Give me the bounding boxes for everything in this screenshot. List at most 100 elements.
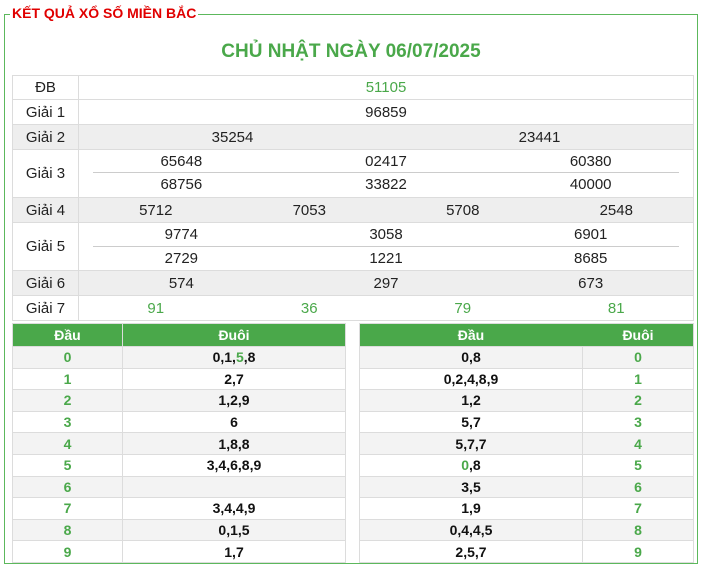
prize-number: 23441 [518,128,561,146]
table-row: 8 0,1,5 [13,518,345,541]
prize-number: 3058 [369,226,403,243]
head-digit: 4 [634,435,642,452]
digit-list: 0,8 [461,349,481,366]
prize-number: 65648 [160,152,203,170]
digits-cell: 2,7 [123,369,345,390]
prize-number: 7053 [292,201,326,219]
prize-row-g2: Giải 2 35254 23441 [12,125,694,150]
prize-row-g5: Giải 5 9774 3058 6901 2729 1221 8685 [12,223,694,271]
digits-cell: 6 [123,412,345,433]
table-row: 0,8 5 [360,453,693,476]
head-digit: 0 [634,349,642,366]
prize-row-db: ĐB 51105 [12,75,694,100]
prize-row-g4: Giải 4 5712 7053 5708 2548 [12,198,694,223]
table-row: 1 2,7 [13,367,345,390]
highlighted-digit: 0 [461,457,470,474]
digit-list: 0,4,4,5 [449,522,493,539]
head-digit: 7 [634,500,642,517]
table-row: 1,2 2 [360,389,693,411]
prize-row-g1: Giải 1 96859 [12,100,694,125]
head-digit: 1 [13,368,123,390]
head-digit: 1 [634,370,642,387]
digits-cell [123,477,345,498]
prize-label: Giải 5 [13,223,79,270]
special-prize-number: 51105 [365,79,407,96]
prize-number: 673 [578,274,604,292]
digit-list: 1,7 [224,543,244,560]
digits-cell: 0,1,5 [123,520,345,541]
head-digit: 3 [13,411,123,433]
head-digit: 2 [634,392,642,409]
prize-number: 02417 [365,152,407,170]
digit-list: ,8 [243,349,256,366]
prize-number: 91 [147,299,165,317]
head-digit: 2 [13,390,123,411]
table-row: 5,7,7 4 [360,432,693,454]
head-digit: 5 [634,457,642,474]
digits-cell: 3,4,4,9 [123,498,345,519]
digit-list: 5,7 [461,414,481,431]
digits-cell: 0,8 [360,347,583,368]
head-digit: 6 [13,476,123,498]
table-row: 0,2,4,8,9 1 [360,367,693,390]
column-header-dau: Đầu [13,324,123,346]
digits-cell: 1,7 [123,541,345,562]
table-row: 7 3,4,4,9 [13,497,345,519]
table-row: 0,8 0 [360,346,693,368]
draw-date-title: CHỦ NHẬT NGÀY 06/07/2025 [221,41,481,62]
section-title: KẾT QUẢ XỔ SỐ MIỀN BẮC [10,5,199,21]
prize-number: 35254 [211,128,254,146]
column-header-duoi: Đuôi [622,327,654,343]
prize-number: 60380 [569,152,612,170]
table-row: 5,7 3 [360,410,693,433]
prize-row-g6: Giải 6 574 297 673 [12,271,694,296]
digit-list: 1,8,8 [218,435,250,452]
head-digit: 6 [634,478,642,495]
table-row: 1,9 7 [360,497,693,519]
digit-list: 1,9 [461,500,481,517]
prize-label: Giải 3 [13,150,79,197]
prize-label: Giải 4 [13,198,79,222]
digit-list: 3,5 [461,478,481,495]
dau-table-header: Đầu Đuôi [13,324,345,346]
digits-cell: 1,9 [360,498,583,519]
digit-list: 3,4,4,9 [212,500,256,517]
head-digit: 5 [13,454,123,476]
prize-number: 574 [168,274,194,292]
digits-cell: 5,7 [360,411,583,433]
prize-number: 81 [607,299,625,317]
column-header-duoi: Đuôi [218,327,250,343]
head-digit: 9 [634,543,642,560]
table-row: 5 3,4,6,8,9 [13,453,345,476]
digit-list: 3,4,6,8,9 [206,457,262,474]
head-digit: 3 [634,414,642,431]
prize-number: 1221 [369,249,403,267]
table-row: 6 [13,475,345,498]
table-row: 4 1,8,8 [13,432,345,454]
duoi-table-header: Đầu Đuôi [360,324,693,346]
prize-number: 2548 [599,201,633,219]
table-row: 2 1,2,9 [13,389,345,411]
digits-cell: 1,2,9 [123,390,345,411]
head-digit: 8 [634,522,642,539]
prize-number: 5708 [446,201,480,219]
prize-row-g3: Giải 3 65648 02417 60380 68756 33822 400… [12,150,694,198]
table-row: 2,5,7 9 [360,540,693,562]
prize-number: 36 [300,299,318,317]
digits-cell: 5,7,7 [360,433,583,454]
duoi-table: Đầu Đuôi 0,8 0 0,2,4,8,9 1 1,2 2 5,7 3 5,7,7 4 0,8… [359,323,694,563]
prize-label: Giải 1 [13,100,79,124]
digits-cell: 3,5 [360,476,583,498]
digit-list: 1,2,9 [218,392,250,409]
head-digit: 8 [13,519,123,541]
prize-number: 2729 [164,249,199,267]
prize-label: Giải 7 [13,296,79,320]
prize-number: 68756 [160,176,203,193]
head-digit: 4 [13,433,123,454]
prize-number: 6901 [573,226,608,243]
prize-number: 40000 [569,176,612,193]
digit-list: 6 [230,414,238,431]
table-row: 9 1,7 [13,540,345,562]
head-digit: 7 [13,498,123,519]
digit-list: 2,5,7 [455,543,487,560]
